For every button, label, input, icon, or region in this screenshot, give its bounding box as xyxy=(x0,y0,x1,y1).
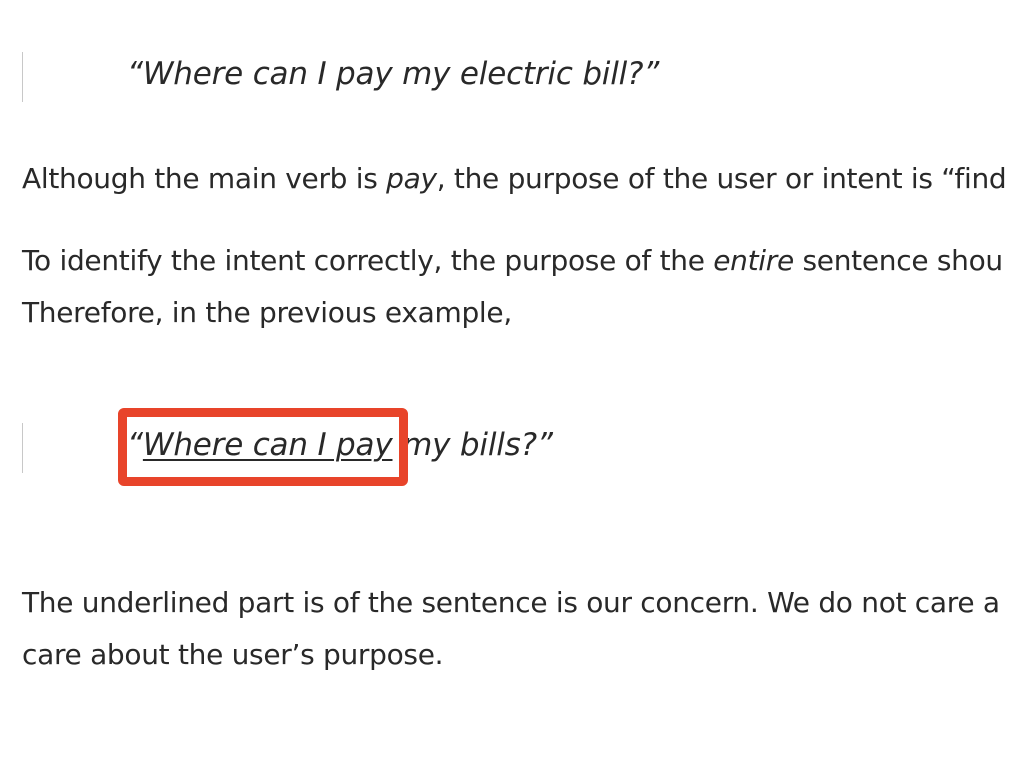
paragraph-text: sentence shou xyxy=(793,244,1004,277)
paragraph-text: Although the main verb is xyxy=(22,162,387,195)
paragraph-line: care about the user’s purpose. xyxy=(22,638,444,671)
paragraph: To identify the intent correctly, the pu… xyxy=(22,244,1003,277)
blockquote-bar xyxy=(22,52,23,102)
emphasis-text: entire xyxy=(713,244,794,277)
paragraph: Although the main verb is pay, the purpo… xyxy=(22,162,1007,195)
paragraph-text: To identify the intent correctly, the pu… xyxy=(22,244,714,277)
blockquote-text: “Where can I pay my electric bill?” xyxy=(127,56,660,92)
paragraph-line: Therefore, in the previous example, xyxy=(22,296,512,329)
quote-rest: my bills?” xyxy=(392,427,553,463)
emphasis-text: pay xyxy=(386,162,437,195)
highlight-box xyxy=(118,408,408,486)
paragraph-line: The underlined part is of the sentence i… xyxy=(22,586,1000,619)
paragraph-text: , the purpose of the user or intent is “… xyxy=(436,162,1007,195)
blockquote-bar xyxy=(22,423,23,473)
